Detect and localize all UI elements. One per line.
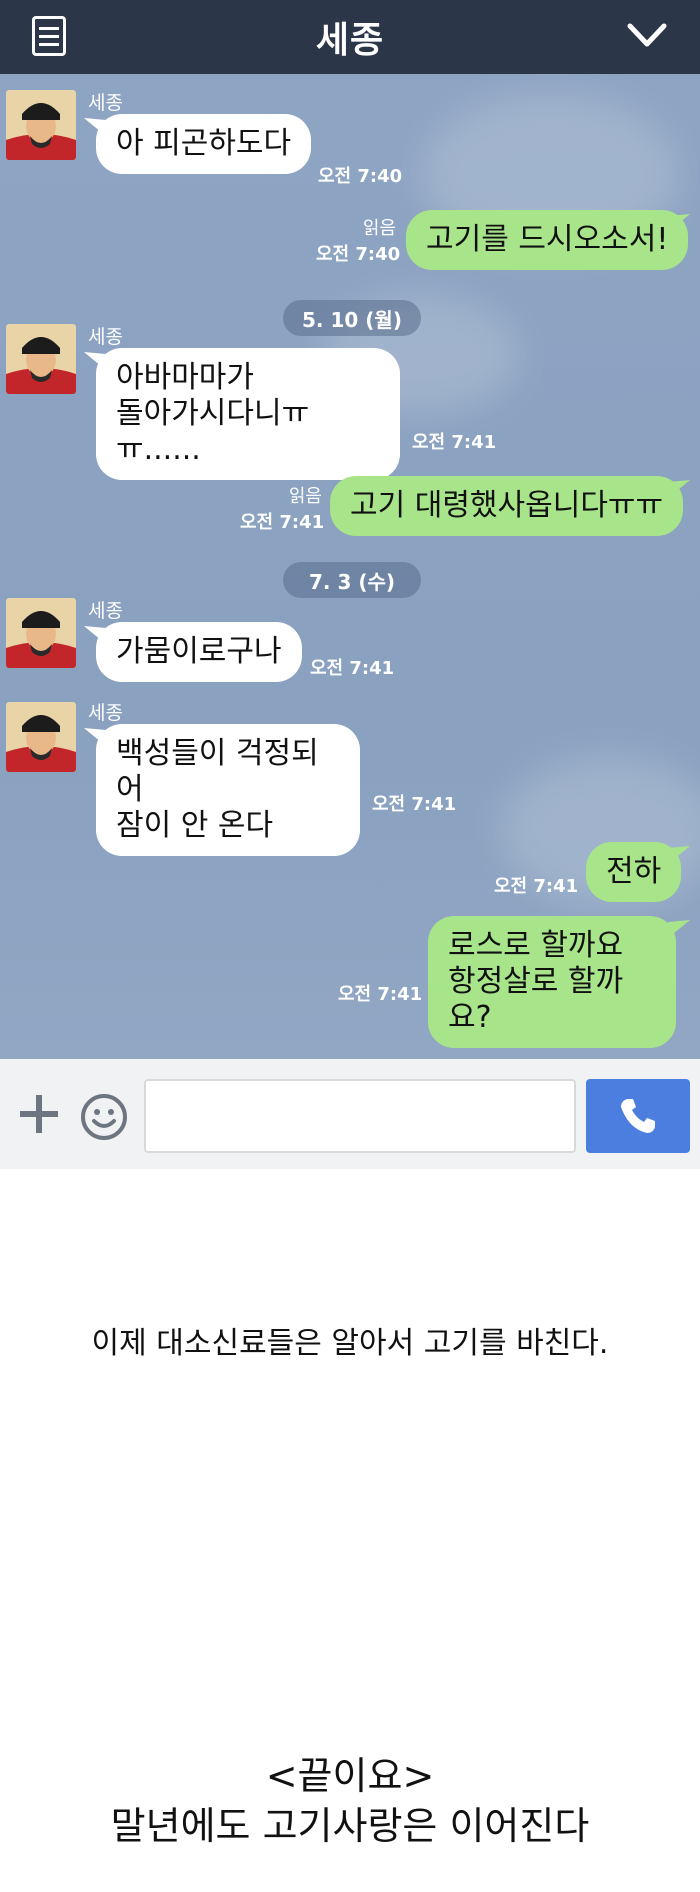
plus-icon[interactable] (18, 1093, 60, 1135)
sender-name: 세종 (88, 600, 123, 622)
avatar[interactable] (6, 598, 76, 668)
message-bubble[interactable]: 고기를 드시오소서! (406, 210, 689, 270)
read-receipt: 읽음 (362, 218, 396, 239)
menu-icon[interactable] (32, 16, 66, 56)
message-bubble[interactable]: 전하 (586, 842, 682, 902)
message-time: 오전 7:40 (316, 244, 401, 265)
message-bubble[interactable]: 백성들이 걱정되어 잠이 안 온다 (96, 724, 360, 856)
message-bubble[interactable]: 아바마마가 돌아가시다니ㅠㅠ...... (96, 348, 400, 480)
date-divider: 7. 3 (수) (283, 562, 421, 598)
chevron-down-icon[interactable] (624, 14, 670, 54)
sender-name: 세종 (88, 702, 123, 724)
chat-header: 세종 (0, 0, 700, 74)
caption-text: 이제 대소신료들은 알아서 고기를 바친다. (91, 1326, 609, 1361)
message-bubble[interactable]: 고기 대령했사옵니다ㅠㅠ (330, 476, 684, 536)
message-bubble[interactable]: 가뭄이로구나 (96, 622, 302, 682)
sender-name: 세종 (88, 326, 123, 348)
bubble-tail (668, 214, 690, 232)
ending-subtitle: 말년에도 고기사랑은 이어진다 (110, 1804, 590, 1848)
message-line: 아바마마가 (116, 360, 254, 395)
message-time: 오전 7:41 (310, 658, 395, 679)
ending-title: <끝이요> (265, 1754, 435, 1798)
message-line: 돌아가시다니ㅠㅠ...... (116, 396, 310, 467)
sender-name: 세종 (88, 92, 123, 114)
bubble-tail (668, 920, 690, 938)
date-divider: 5. 10 (월) (283, 300, 421, 336)
bubble-tail (668, 480, 690, 498)
message-time: 오전 7:40 (318, 166, 403, 187)
message-time: 오전 7:41 (412, 432, 497, 453)
message-time: 오전 7:41 (338, 984, 423, 1005)
chat-area[interactable]: 세종 아 피곤하도다 오전 7:40 읽음 오전 7:40 고기를 드시오소서!… (0, 74, 700, 1059)
message-bubble[interactable]: 로스로 할까요 항정살로 할까요? (428, 916, 676, 1048)
message-line: 잠이 안 온다 (116, 808, 274, 843)
smile-icon[interactable] (80, 1093, 128, 1141)
message-time: 오전 7:41 (240, 512, 325, 533)
message-line: 로스로 할까요 (448, 928, 624, 963)
avatar[interactable] (6, 90, 76, 160)
message-input[interactable] (144, 1079, 576, 1153)
message-line: 항정살로 할까요? (448, 964, 624, 1035)
message-time: 오전 7:41 (372, 794, 457, 815)
bubble-tail (668, 846, 690, 864)
phone-icon (621, 1099, 655, 1133)
input-bar (0, 1059, 700, 1169)
message-time: 오전 7:41 (494, 876, 579, 897)
read-receipt: 읽음 (288, 486, 322, 507)
avatar[interactable] (6, 324, 76, 394)
message-bubble[interactable]: 아 피곤하도다 (96, 114, 312, 174)
call-button[interactable] (586, 1079, 690, 1153)
message-line: 백성들이 걱정되어 (116, 736, 319, 807)
chat-title: 세종 (315, 20, 385, 61)
avatar[interactable] (6, 702, 76, 772)
